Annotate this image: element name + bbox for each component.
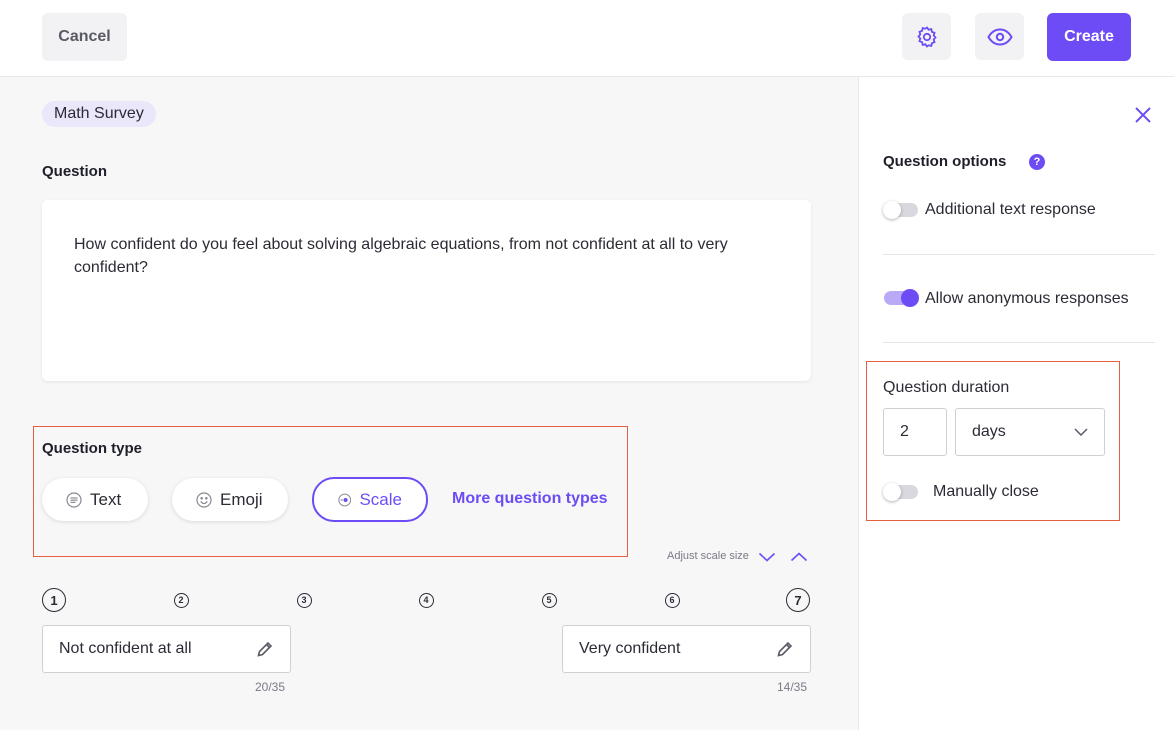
top-bar: Cancel Create xyxy=(0,0,1174,77)
scale-decrease-button[interactable] xyxy=(756,546,778,568)
scale-max-label-field[interactable]: Very confident xyxy=(562,625,811,673)
help-icon[interactable]: ? xyxy=(1029,154,1045,170)
question-duration-label: Question duration xyxy=(883,379,1010,396)
additional-text-toggle[interactable] xyxy=(883,201,918,219)
type-option-emoji[interactable]: Emoji xyxy=(172,478,288,521)
type-option-label: Text xyxy=(90,489,122,509)
create-button[interactable]: Create xyxy=(1047,13,1131,61)
adjust-scale-label: Adjust scale size xyxy=(667,550,749,562)
scale-number: 7 xyxy=(786,588,810,612)
scale-min-char-counter: 20/35 xyxy=(255,680,286,694)
divider xyxy=(883,342,1155,343)
duration-unit-select[interactable]: days xyxy=(955,408,1105,456)
more-question-types-link[interactable]: More question types xyxy=(452,490,608,508)
manually-close-toggle[interactable] xyxy=(883,483,918,501)
question-text-field[interactable]: How confident do you feel about solving … xyxy=(42,200,811,381)
smiley-icon xyxy=(196,491,212,508)
survey-name-chip[interactable]: Math Survey xyxy=(42,101,156,127)
scale-number: 3 xyxy=(292,588,316,612)
manually-close-label: Manually close xyxy=(933,483,1039,500)
chevron-up-icon xyxy=(790,552,808,562)
type-option-scale[interactable]: Scale xyxy=(312,477,428,522)
divider xyxy=(883,254,1155,255)
eye-icon xyxy=(986,27,1013,46)
anonymous-responses-label: Allow anonymous responses xyxy=(925,290,1129,307)
duration-value-input[interactable]: 2 xyxy=(883,408,947,456)
scale-dot-icon xyxy=(338,493,352,506)
type-option-text[interactable]: Text xyxy=(42,478,148,521)
close-panel-button[interactable] xyxy=(1132,104,1154,126)
preview-button[interactable] xyxy=(975,13,1024,60)
duration-unit-value: days xyxy=(972,423,1006,440)
scale-number: 4 xyxy=(414,588,438,612)
chevron-down-icon xyxy=(1074,428,1088,436)
additional-text-label: Additional text response xyxy=(925,201,1096,218)
scale-number: 6 xyxy=(660,588,684,612)
type-option-label: Emoji xyxy=(220,489,263,509)
scale-increase-button[interactable] xyxy=(788,546,810,568)
question-label: Question xyxy=(42,163,108,180)
cancel-button[interactable]: Cancel xyxy=(42,13,127,61)
pencil-icon[interactable] xyxy=(256,640,274,658)
scale-min-label-field[interactable]: Not confident at all xyxy=(42,625,291,673)
question-type-label: Question type xyxy=(42,440,143,457)
question-options-title: Question options xyxy=(883,153,1007,170)
scale-number: 1 xyxy=(42,588,66,612)
type-option-label: Scale xyxy=(359,489,402,509)
scale-max-char-counter: 14/35 xyxy=(777,680,808,694)
chevron-down-icon xyxy=(758,552,776,562)
scale-number: 2 xyxy=(169,588,193,612)
scale-min-label-text: Not confident at all xyxy=(59,640,192,657)
anonymous-responses-toggle[interactable] xyxy=(884,289,919,307)
scale-number: 5 xyxy=(537,588,561,612)
pencil-icon[interactable] xyxy=(776,640,794,658)
text-lines-icon xyxy=(66,491,82,508)
scale-max-label-text: Very confident xyxy=(579,640,681,657)
close-icon xyxy=(1135,107,1151,123)
gear-icon xyxy=(916,25,937,48)
settings-button[interactable] xyxy=(902,13,951,60)
